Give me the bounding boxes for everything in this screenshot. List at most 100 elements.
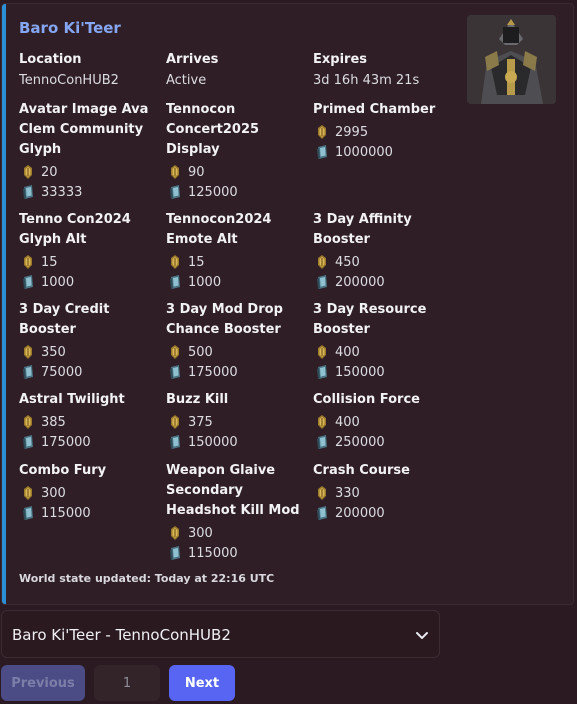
info-field: Arrives Active bbox=[166, 50, 311, 92]
credit-icon bbox=[170, 365, 180, 379]
item-name: 3 Day Resource bbox=[313, 302, 427, 317]
item-name: Collision Force bbox=[313, 392, 420, 407]
credit-price: 115000 bbox=[19, 503, 164, 523]
ducat-price: 15 bbox=[166, 252, 311, 272]
credit-value: 175000 bbox=[41, 434, 91, 450]
item-name: Glyph bbox=[19, 142, 62, 157]
ducat-value: 300 bbox=[188, 525, 213, 541]
ducat-price: 15 bbox=[19, 252, 164, 272]
item-field: Primed Chamber 2995 1000000 bbox=[313, 100, 458, 162]
ducat-icon bbox=[318, 415, 326, 429]
item-field: 3 Day Mod Drop Chance Booster 500 175000 bbox=[166, 300, 311, 382]
ducat-icon bbox=[171, 165, 179, 179]
credit-icon bbox=[23, 506, 33, 520]
item-field: 3 Day Affinity Booster 450 200000 bbox=[313, 210, 458, 292]
credit-price: 150000 bbox=[313, 362, 458, 382]
ducat-value: 15 bbox=[41, 254, 58, 270]
chevron-down-icon bbox=[416, 632, 428, 639]
ducat-icon bbox=[24, 486, 32, 500]
credit-value: 115000 bbox=[188, 545, 238, 561]
info-field-name: Location bbox=[19, 52, 82, 67]
credit-value: 75000 bbox=[41, 364, 83, 380]
ducat-icon bbox=[24, 415, 32, 429]
item-name: Emote Alt bbox=[166, 232, 238, 247]
credit-value: 115000 bbox=[41, 505, 91, 521]
credit-value: 250000 bbox=[335, 434, 385, 450]
item-name: Avatar Image Ava bbox=[19, 102, 149, 117]
credit-value: 150000 bbox=[335, 364, 385, 380]
credit-value: 175000 bbox=[188, 364, 238, 380]
credit-price: 125000 bbox=[166, 182, 311, 202]
item-name: 3 Day Affinity bbox=[313, 212, 412, 227]
ducat-price: 375 bbox=[166, 412, 311, 432]
ducat-value: 300 bbox=[41, 485, 66, 501]
item-field: Tenno Con2024 Glyph Alt 15 1000 bbox=[19, 210, 164, 292]
ducat-value: 90 bbox=[188, 164, 205, 180]
item-name: 3 Day Credit bbox=[19, 302, 110, 317]
ducat-value: 350 bbox=[41, 344, 66, 360]
item-name: Concert2025 bbox=[166, 122, 260, 137]
page-indicator: 1 bbox=[94, 665, 160, 701]
ducat-value: 2995 bbox=[335, 124, 369, 140]
credit-icon bbox=[317, 145, 327, 159]
credit-icon bbox=[317, 365, 327, 379]
credit-icon bbox=[317, 275, 327, 289]
item-name: Display bbox=[166, 142, 220, 157]
info-field-name: Arrives bbox=[166, 52, 219, 67]
item-field: Combo Fury 300 115000 bbox=[19, 461, 164, 523]
info-field-value: Active bbox=[166, 73, 207, 88]
ducat-icon bbox=[318, 345, 326, 359]
next-button[interactable]: Next bbox=[169, 665, 235, 701]
credit-value: 200000 bbox=[335, 505, 385, 521]
embed-accent-bar bbox=[2, 4, 6, 604]
ducat-value: 450 bbox=[335, 254, 360, 270]
credit-price: 200000 bbox=[313, 503, 458, 523]
item-name: Crash Course bbox=[313, 463, 410, 478]
info-field-value: TennoConHUB2 bbox=[19, 73, 119, 88]
item-name: Booster bbox=[19, 322, 76, 337]
item-name: Primed Chamber bbox=[313, 102, 436, 117]
ducat-price: 400 bbox=[313, 342, 458, 362]
item-field: Crash Course 330 200000 bbox=[313, 461, 458, 523]
ducat-price: 300 bbox=[19, 483, 164, 503]
credit-price: 200000 bbox=[313, 272, 458, 292]
credit-price: 115000 bbox=[166, 543, 311, 563]
item-field: Avatar Image Ava Clem Community Glyph 20 333… bbox=[19, 100, 164, 202]
credit-icon bbox=[170, 435, 180, 449]
item-name: 3 Day Mod Drop bbox=[166, 302, 283, 317]
credit-value: 1000 bbox=[188, 274, 222, 290]
ducat-icon bbox=[318, 125, 326, 139]
ducat-icon bbox=[24, 165, 32, 179]
credit-price: 75000 bbox=[19, 362, 164, 382]
credit-price: 1000 bbox=[166, 272, 311, 292]
item-name: Tennocon bbox=[166, 102, 236, 117]
item-name: Glyph Alt bbox=[19, 232, 87, 247]
ducat-price: 385 bbox=[19, 412, 164, 432]
ducat-icon bbox=[171, 255, 179, 269]
item-name: Clem Community bbox=[19, 122, 144, 137]
item-field: Collision Force 400 250000 bbox=[313, 390, 458, 452]
location-select-value: Baro Ki'Teer - TennoConHUB2 bbox=[12, 626, 231, 644]
credit-price: 33333 bbox=[19, 182, 164, 202]
info-field-value: 3d 16h 43m 21s bbox=[313, 73, 420, 88]
item-name: Chance Booster bbox=[166, 322, 281, 337]
embed-title: Baro Ki'Teer bbox=[19, 19, 121, 37]
item-name: Weapon Glaive bbox=[166, 463, 276, 478]
credit-icon bbox=[23, 275, 33, 289]
credit-icon bbox=[317, 435, 327, 449]
ducat-value: 500 bbox=[188, 344, 213, 360]
location-select[interactable]: Baro Ki'Teer - TennoConHUB2 bbox=[1, 610, 440, 658]
credit-value: 33333 bbox=[41, 184, 83, 200]
item-name: Tennocon2024 bbox=[166, 212, 272, 227]
credit-value: 1000 bbox=[41, 274, 75, 290]
item-name: Buzz Kill bbox=[166, 392, 229, 407]
vendor-embed: Baro Ki'Teer Location TennoConHUB2 Arrives… bbox=[1, 3, 574, 605]
credit-price: 175000 bbox=[166, 362, 311, 382]
credit-price: 250000 bbox=[313, 432, 458, 452]
previous-button[interactable]: Previous bbox=[1, 665, 85, 701]
ducat-icon bbox=[171, 526, 179, 540]
item-field: Buzz Kill 375 150000 bbox=[166, 390, 311, 452]
credit-value: 150000 bbox=[188, 434, 238, 450]
ducat-price: 20 bbox=[19, 162, 164, 182]
credit-price: 175000 bbox=[19, 432, 164, 452]
